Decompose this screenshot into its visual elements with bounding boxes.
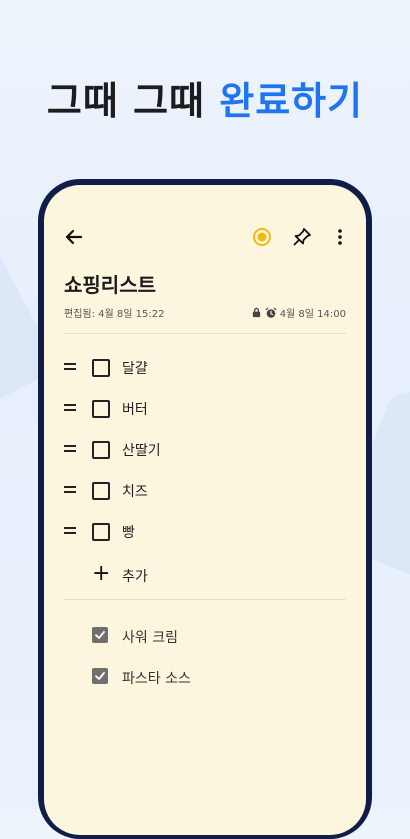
list-item-label[interactable]: 치즈 bbox=[122, 481, 148, 501]
plus-icon: + bbox=[92, 561, 111, 586]
promo-headline: 그때 그때 완료하기 bbox=[0, 70, 410, 125]
check-icon bbox=[95, 672, 105, 680]
pin-button[interactable] bbox=[288, 223, 316, 251]
pin-icon bbox=[293, 228, 311, 246]
add-item-label: 추가 bbox=[122, 569, 148, 585]
add-item-button[interactable]: + 추가 bbox=[92, 563, 292, 587]
checkbox-checked-icon[interactable] bbox=[92, 668, 108, 684]
list-item[interactable]: 산딸기 bbox=[64, 438, 346, 462]
list-item[interactable]: 버터 bbox=[64, 397, 346, 421]
color-dot-icon bbox=[253, 228, 271, 246]
checked-list-item[interactable]: 사워 크림 bbox=[92, 624, 342, 648]
checkbox-unchecked[interactable] bbox=[92, 400, 110, 418]
list-item[interactable]: 달걀 bbox=[64, 356, 346, 380]
headline-part1: 그때 그때 bbox=[46, 79, 205, 123]
note-title[interactable]: 쇼핑리스트 bbox=[64, 269, 156, 298]
checkbox-unchecked[interactable] bbox=[92, 441, 110, 459]
color-button[interactable] bbox=[248, 223, 276, 251]
headline-accent: 완료하기 bbox=[219, 79, 364, 123]
reminder-chip[interactable]: 4월 8일 14:00 bbox=[251, 305, 346, 320]
back-button[interactable] bbox=[60, 223, 88, 251]
drag-handle-icon[interactable] bbox=[64, 363, 76, 373]
note-meta: 편집됨: 4월 8일 15:22 4월 8일 14:00 bbox=[64, 305, 346, 321]
note-toolbar bbox=[44, 223, 366, 253]
checked-item-label[interactable]: 사워 크림 bbox=[122, 627, 178, 647]
list-item[interactable]: 빵 bbox=[64, 520, 346, 544]
list-item-label[interactable]: 버터 bbox=[122, 399, 148, 419]
more-button[interactable] bbox=[326, 223, 354, 251]
checkbox-checked-icon[interactable] bbox=[92, 627, 108, 643]
phone-frame: 쇼핑리스트 편집됨: 4월 8일 15:22 4월 8일 14:00 달걀 버터… bbox=[38, 179, 372, 839]
list-item-label[interactable]: 달걀 bbox=[122, 358, 148, 378]
list-item[interactable]: 치즈 bbox=[64, 479, 346, 503]
lock-icon bbox=[252, 307, 260, 318]
drag-handle-icon[interactable] bbox=[64, 404, 76, 414]
drag-handle-icon[interactable] bbox=[64, 527, 76, 537]
checkbox-unchecked[interactable] bbox=[92, 482, 110, 500]
alarm-icon bbox=[265, 307, 277, 318]
divider-checked bbox=[64, 599, 346, 600]
list-item-label[interactable]: 빵 bbox=[122, 522, 135, 542]
drag-handle-icon[interactable] bbox=[64, 445, 76, 455]
back-arrow-icon bbox=[65, 229, 83, 245]
checked-list-item[interactable]: 파스타 소스 bbox=[92, 665, 342, 689]
check-icon bbox=[95, 631, 105, 639]
checkbox-unchecked[interactable] bbox=[92, 359, 110, 377]
divider-top bbox=[64, 333, 346, 334]
edited-timestamp: 편집됨: 4월 8일 15:22 bbox=[64, 309, 165, 320]
checked-item-label[interactable]: 파스타 소스 bbox=[122, 668, 191, 688]
more-vert-icon bbox=[338, 229, 342, 245]
drag-handle-icon[interactable] bbox=[64, 486, 76, 496]
checkbox-unchecked[interactable] bbox=[92, 523, 110, 541]
list-item-label[interactable]: 산딸기 bbox=[122, 440, 161, 460]
reminder-time: 4월 8일 14:00 bbox=[279, 309, 346, 320]
note-screen: 쇼핑리스트 편집됨: 4월 8일 15:22 4월 8일 14:00 달걀 버터… bbox=[44, 185, 366, 835]
